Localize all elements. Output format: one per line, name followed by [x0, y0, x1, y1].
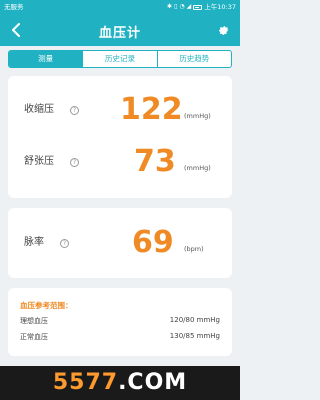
site-watermark: 5577.COM	[0, 366, 240, 400]
carrier-label: 无服务	[4, 3, 24, 11]
signal-icon: ◢	[186, 3, 192, 10]
tab-measure[interactable]: 测量	[9, 51, 83, 67]
status-icons: ✱ ▯ ◔ ◢ 上午10:37	[167, 0, 236, 14]
reference-name: 正常血压	[20, 333, 48, 341]
reference-title: 血压参考范围：	[20, 301, 73, 310]
pulse-unit: (bpm)	[184, 245, 204, 253]
bluetooth-icon: ✱	[167, 3, 173, 10]
page-title: 血压计	[98, 26, 141, 41]
blood-pressure-card: 收缩压 ? 122 (mmHg) 舒张压 ? 73 (mmHg)	[8, 76, 232, 198]
settings-button[interactable]	[215, 21, 233, 39]
diastolic-unit: (mmHg)	[184, 164, 211, 172]
help-icon[interactable]: ?	[70, 106, 79, 115]
reference-name: 理想血压	[20, 317, 48, 325]
tab-history-records[interactable]: 历史记录	[82, 51, 156, 67]
watermark-domain: COM	[127, 370, 188, 395]
reference-card: 血压参考范围： 理想血压 120/80 mmHg 正常血压 130/85 mmH…	[8, 288, 232, 356]
reference-row: 理想血压 120/80 mmHg	[20, 316, 220, 328]
reference-value: 130/85 mmHg	[169, 332, 220, 340]
pulse-row: 脉率 ? 69 (bpm)	[8, 223, 232, 263]
tab-bar-container: 测量 历史记录 历史趋势	[0, 46, 240, 72]
systolic-row: 收缩压 ? 122 (mmHg)	[8, 90, 232, 130]
pulse-value: 69	[132, 225, 174, 260]
watermark-number: 5577	[52, 370, 119, 395]
wifi-icon: ◔	[179, 3, 185, 10]
vibrate-icon: ▯	[174, 3, 178, 10]
status-time: 上午10:37	[204, 3, 236, 11]
systolic-unit: (mmHg)	[184, 112, 211, 120]
help-icon[interactable]: ?	[70, 158, 79, 167]
status-bar: 无服务 ✱ ▯ ◔ ◢ 上午10:37	[0, 0, 240, 14]
pulse-card: 脉率 ? 69 (bpm)	[8, 208, 232, 278]
systolic-label: 收缩压	[24, 104, 54, 115]
diastolic-label: 舒张压	[24, 156, 54, 167]
tab-history-trend[interactable]: 历史趋势	[156, 51, 231, 67]
help-icon[interactable]: ?	[60, 239, 69, 248]
pulse-label: 脉率	[24, 237, 44, 248]
reference-value: 120/80 mmHg	[169, 316, 220, 324]
diastolic-value: 73	[134, 144, 176, 179]
gear-icon	[219, 26, 229, 35]
battery-icon	[193, 4, 203, 10]
systolic-value: 122	[120, 92, 183, 127]
app-header: 血压计	[0, 14, 240, 46]
tab-bar: 测量 历史记录 历史趋势	[8, 50, 232, 68]
diastolic-row: 舒张压 ? 73 (mmHg)	[8, 142, 232, 182]
reference-row: 正常血压 130/85 mmHg	[20, 332, 220, 344]
